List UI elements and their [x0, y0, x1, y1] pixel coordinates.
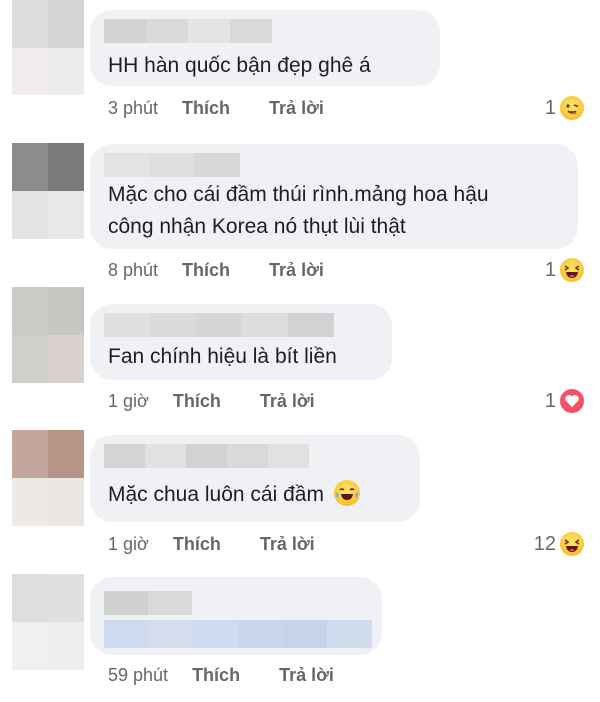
comment-actions: 59 phút Thích Trả lời: [108, 663, 334, 687]
comment-timestamp[interactable]: 1 giờ: [108, 391, 149, 412]
commenter-name-blurred[interactable]: [104, 591, 192, 615]
comment-bubble[interactable]: [90, 577, 382, 655]
comment-actions: 8 phút Thích Trả lời: [108, 258, 324, 282]
comment-text-line: Fan chính hiệu là bít liền: [108, 345, 337, 368]
reaction-summary[interactable]: 1: [545, 94, 586, 122]
reply-button[interactable]: Trả lời: [269, 98, 324, 119]
comment-timestamp[interactable]: 59 phút: [108, 665, 168, 686]
avatar[interactable]: [12, 0, 84, 95]
reaction-summary[interactable]: 1: [545, 256, 586, 284]
avatar[interactable]: [12, 574, 84, 670]
comment-timestamp[interactable]: 8 phút: [108, 260, 158, 281]
tears-of-joy-icon: [333, 480, 360, 506]
haha-icon: [558, 530, 586, 558]
reaction-summary[interactable]: 12: [534, 530, 586, 558]
avatar[interactable]: [12, 143, 84, 239]
commenter-name-blurred[interactable]: [104, 19, 272, 43]
yum-face-icon: [558, 94, 586, 122]
comment-actions: 3 phút Thích Trả lời: [108, 96, 324, 120]
like-button[interactable]: Thích: [182, 260, 230, 281]
comment-text-line: công nhận Korea nó thụt lùi thật: [108, 215, 406, 238]
comment-text-line: Mặc cho cái đầm thúi rình.mảng hoa hậu: [108, 183, 489, 206]
reaction-count: 1: [544, 389, 556, 412]
commenter-name-blurred[interactable]: [104, 153, 240, 177]
comment-text-blurred: [104, 620, 373, 648]
reaction-count: 1: [544, 258, 556, 281]
comment-text-line: HH hàn quốc bận đẹp ghê á: [108, 54, 371, 77]
commenter-name-blurred[interactable]: [104, 444, 309, 468]
comment-bubble[interactable]: HH hàn quốc bận đẹp ghê á: [90, 10, 440, 86]
reply-button[interactable]: Trả lời: [260, 534, 315, 555]
like-button[interactable]: Thích: [173, 534, 221, 555]
comment-timestamp[interactable]: 3 phút: [108, 98, 158, 119]
commenter-name-blurred[interactable]: [104, 313, 334, 337]
comment-timestamp[interactable]: 1 giờ: [108, 534, 149, 555]
like-button[interactable]: Thích: [192, 665, 240, 686]
reply-button[interactable]: Trả lời: [279, 665, 334, 686]
avatar[interactable]: [12, 287, 84, 383]
reaction-summary[interactable]: 1: [545, 387, 586, 415]
reply-button[interactable]: Trả lời: [269, 260, 324, 281]
comment-bubble[interactable]: Mặc chua luôn cái đầm: [90, 435, 420, 522]
comment-bubble[interactable]: Fan chính hiệu là bít liền: [90, 304, 392, 380]
love-icon: [558, 387, 586, 415]
comment-actions: 1 giờ Thích Trả lời: [108, 532, 315, 556]
like-button[interactable]: Thích: [173, 391, 221, 412]
comment-bubble[interactable]: Mặc cho cái đầm thúi rình.mảng hoa hậu c…: [90, 144, 578, 249]
avatar[interactable]: [12, 430, 84, 526]
reply-button[interactable]: Trả lời: [260, 391, 315, 412]
reaction-count: 1: [544, 96, 556, 119]
reaction-count: 12: [533, 532, 556, 555]
comment-actions: 1 giờ Thích Trả lời: [108, 389, 315, 413]
like-button[interactable]: Thích: [182, 98, 230, 119]
haha-icon: [558, 256, 586, 284]
comment-text-line: Mặc chua luôn cái đầm: [108, 478, 360, 512]
comment-text: Mặc chua luôn cái đầm: [108, 483, 324, 506]
